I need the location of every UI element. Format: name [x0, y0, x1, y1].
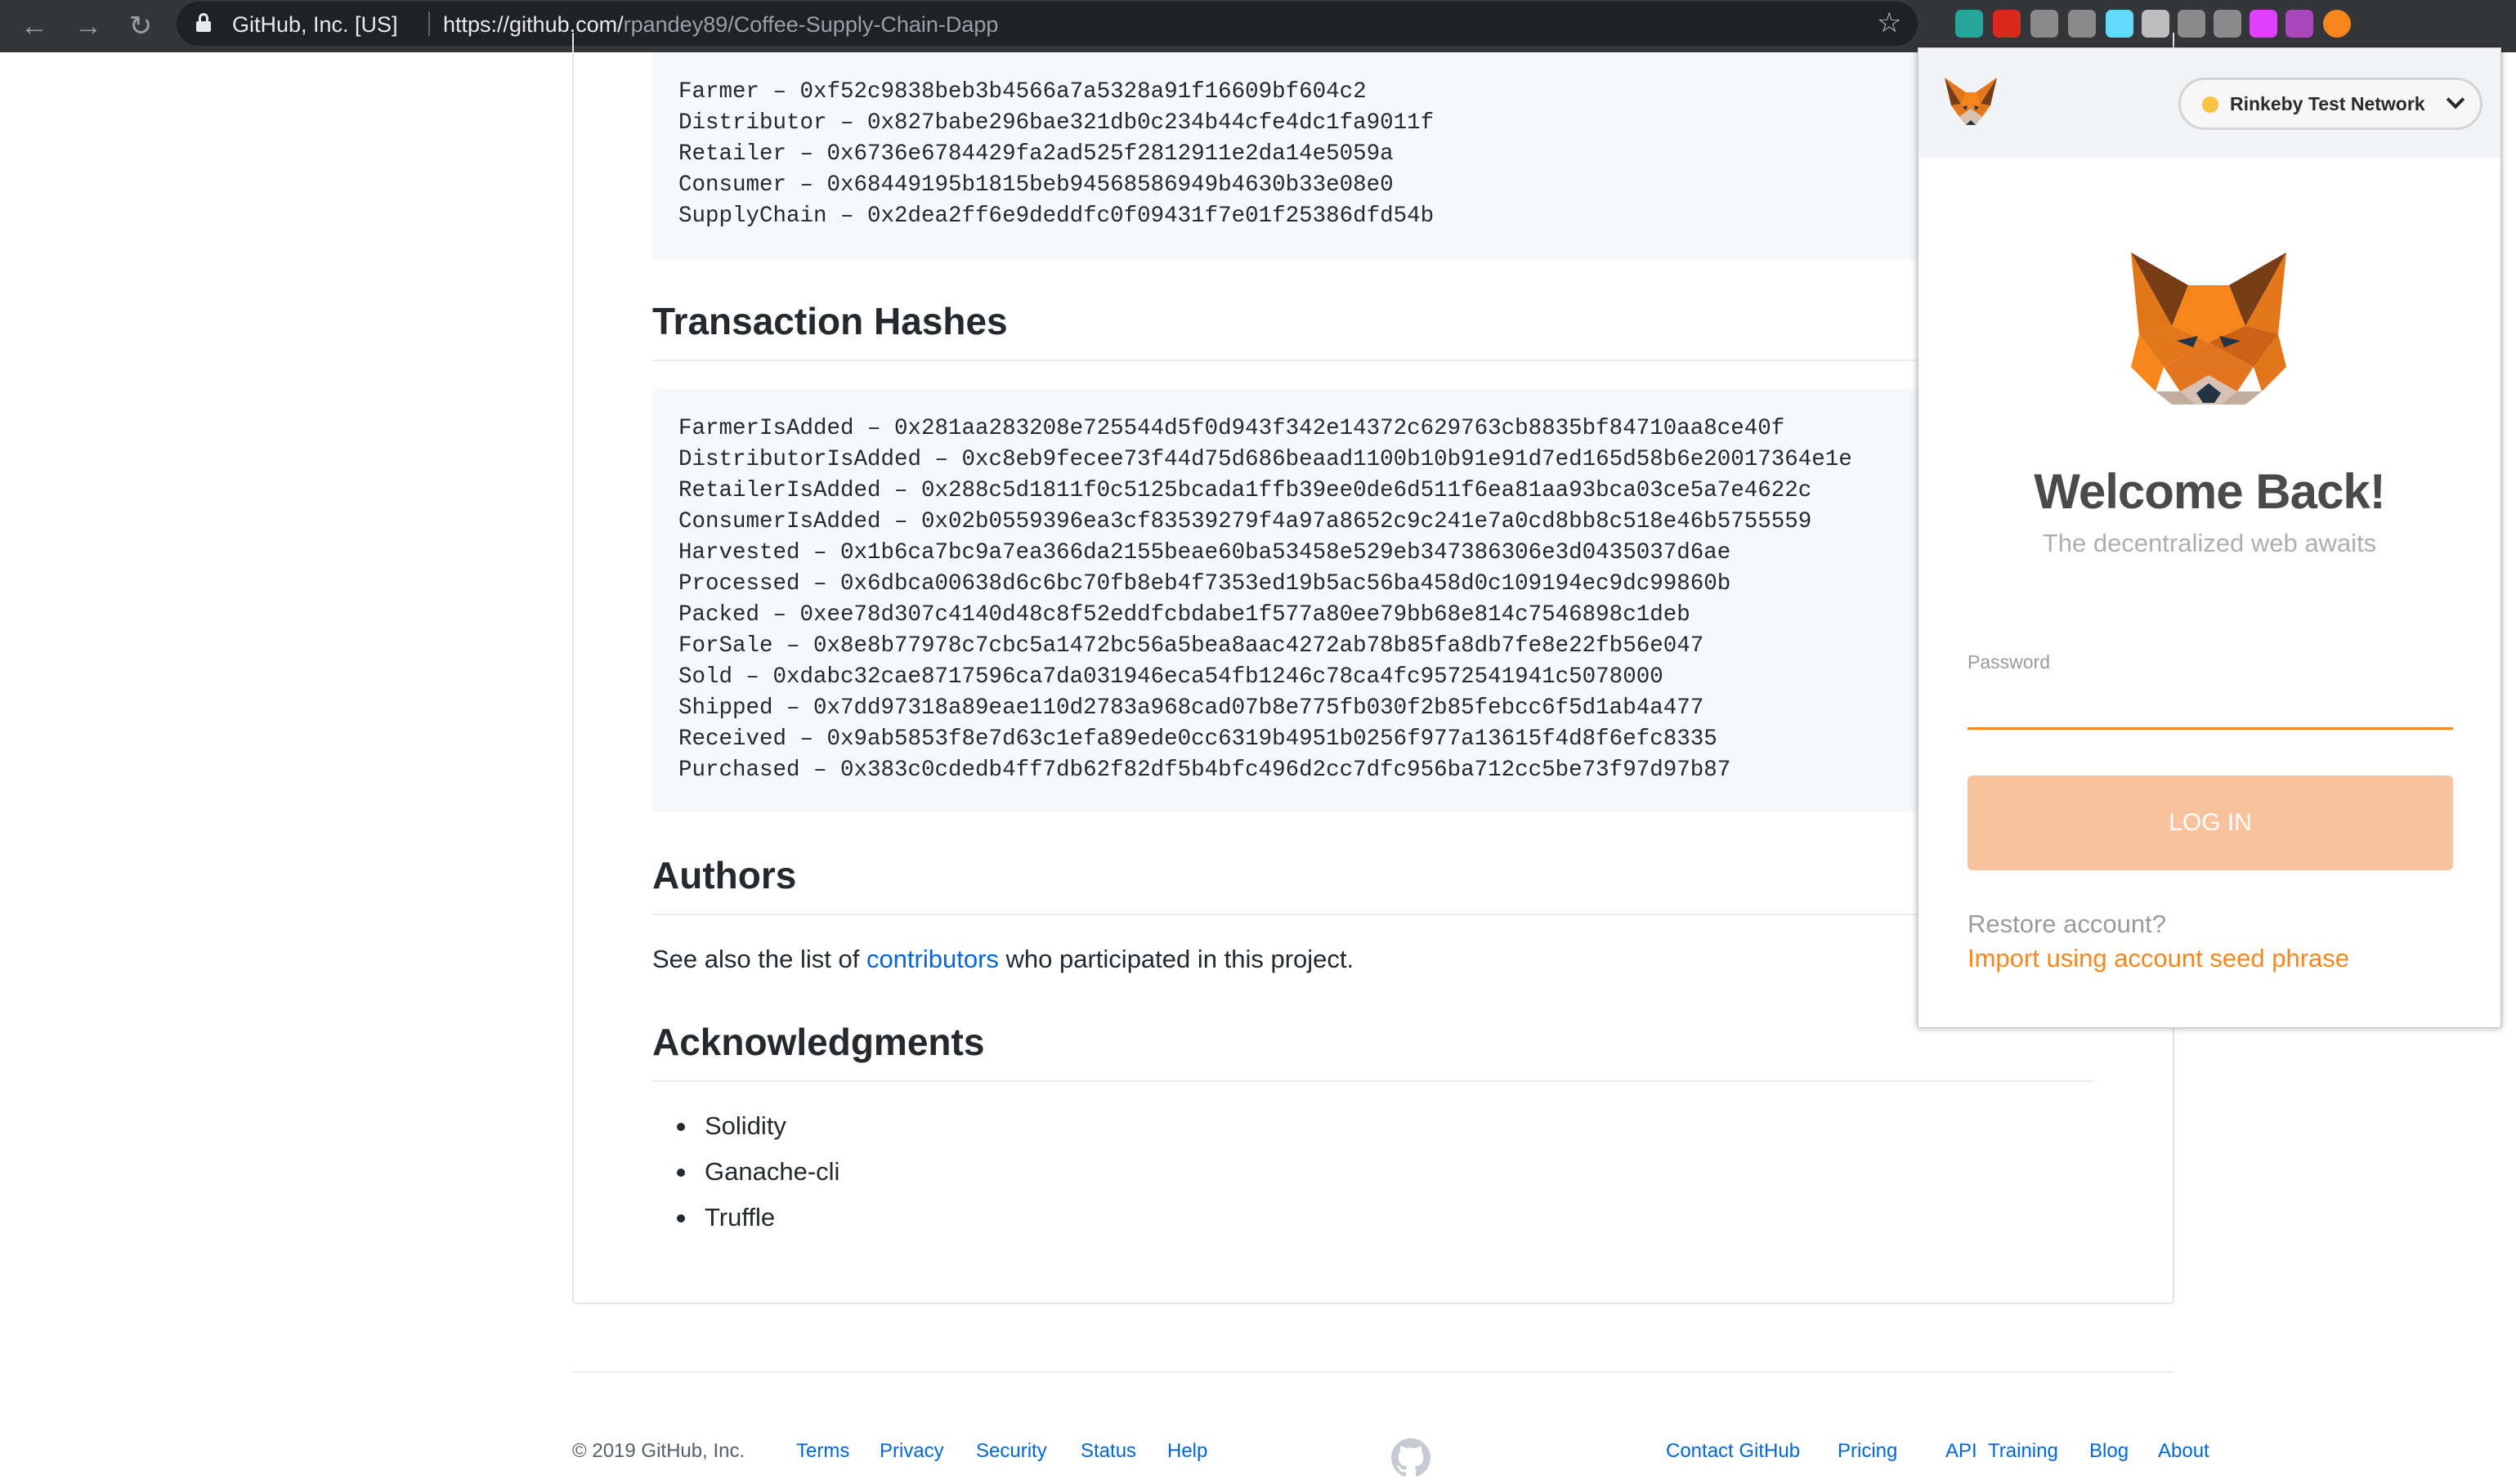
code-line: Packed – 0xee78d307c4140d48c8f52eddfcbda… — [678, 602, 1690, 628]
footer-link[interactable]: Status — [1081, 1440, 1136, 1463]
footer-link[interactable]: API — [1945, 1440, 1977, 1463]
code-line: Purchased – 0x383c0cdedb4ff7db62f82df5b4… — [678, 758, 1731, 783]
authors-text-after: who participated in this project. — [998, 945, 1354, 973]
forward-arrow-icon[interactable]: → — [70, 8, 106, 44]
code-line: Farmer – 0xf52c9838beb3b4566a7a5328a91f1… — [678, 79, 1367, 105]
acknowledgments-heading: Acknowledgments — [652, 1021, 985, 1063]
transaction-hashes-codeblock: FarmerIsAdded – 0x281aa283208e725544d5f0… — [652, 389, 2019, 812]
contract-addresses-codeblock: Farmer – 0xf52c9838beb3b4566a7a5328a91f1… — [652, 52, 2019, 260]
authors-paragraph: See also the list of contributors who pa… — [652, 945, 1354, 974]
k-extension-icon[interactable] — [2178, 10, 2205, 38]
code-line: RetailerIsAdded – 0x288c5d1811f0c5125bca… — [678, 478, 1812, 503]
code-line: Sold – 0xdabc32cae8717596ca7da031946eca5… — [678, 664, 1663, 690]
footer-link[interactable]: Training — [1988, 1440, 2058, 1463]
footer-link[interactable]: Blog — [2089, 1440, 2129, 1463]
heading-rule — [652, 914, 2094, 915]
restore-account-prompt: Restore account? — [1968, 910, 2166, 938]
metamask-fox-illustration-icon — [2123, 244, 2294, 408]
import-seed-phrase-link[interactable]: Import using account seed phrase — [1968, 944, 2349, 973]
code-line: ConsumerIsAdded – 0x02b0559396ea3cf83539… — [678, 509, 1812, 534]
colorful-extension-icon[interactable] — [2250, 10, 2277, 38]
footer-link[interactable]: Contact GitHub — [1666, 1440, 1800, 1463]
code-line: FarmerIsAdded – 0x281aa283208e725544d5f0… — [678, 416, 1785, 441]
reload-icon[interactable]: ↻ — [123, 8, 159, 44]
network-selector[interactable]: Rinkeby Test Network — [2178, 78, 2482, 130]
purple-extension-icon[interactable] — [2285, 10, 2313, 38]
address-separator — [428, 11, 430, 36]
footer-divider — [572, 1371, 2174, 1373]
network-name: Rinkeby Test Network — [2230, 93, 2425, 114]
code-line: Harvested – 0x1b6ca7bc9a7ea366da2155beae… — [678, 540, 1731, 565]
chevron-down-icon — [2446, 90, 2465, 110]
contributors-link[interactable]: contributors — [866, 945, 999, 973]
list-item: Ganache-cli — [676, 1149, 839, 1195]
footer-link[interactable]: Help — [1167, 1440, 1207, 1463]
footer-link[interactable]: Security — [976, 1440, 1047, 1463]
site-identity[interactable]: GitHub, Inc. [US] — [232, 12, 398, 38]
code-line: ForSale – 0x8e8b77978c7cbc5a1472bc56a5be… — [678, 633, 1704, 659]
login-button[interactable]: LOG IN — [1968, 776, 2453, 870]
p-extension-icon[interactable] — [2214, 10, 2241, 38]
footer-link[interactable]: Pricing — [1838, 1440, 1897, 1463]
welcome-subtitle: The decentralized web awaits — [2042, 529, 2377, 557]
password-label: Password — [1968, 651, 2050, 673]
back-arrow-icon[interactable]: ← — [16, 8, 52, 44]
acknowledgments-list: Solidity Ganache-cli Truffle — [676, 1103, 839, 1240]
password-field[interactable] — [1968, 681, 2453, 730]
footer-link[interactable]: Terms — [796, 1440, 849, 1463]
code-line: Consumer – 0x68449195b1815beb94568586949… — [678, 172, 1394, 198]
code-line: Distributor – 0x827babe296bae321db0c234b… — [678, 110, 1435, 136]
footer-copyright: © 2019 GitHub, Inc. — [572, 1440, 745, 1462]
code-line: DistributorIsAdded – 0xc8eb9fecee73f44d7… — [678, 447, 1852, 472]
code-line: Retailer – 0x6736e6784429fa2ad525f281291… — [678, 141, 1394, 167]
metamask-header: Rinkeby Test Network — [1918, 48, 2500, 158]
transaction-hashes-heading: Transaction Hashes — [652, 300, 1008, 342]
list-item: Solidity — [676, 1103, 839, 1149]
authors-text-before: See also the list of — [652, 945, 866, 973]
network-status-dot — [2202, 96, 2218, 113]
heading-rule — [652, 360, 2094, 361]
metamask-extension-icon[interactable] — [2323, 10, 2351, 38]
heading-rule — [652, 1080, 2094, 1082]
metamask-fox-logo-icon[interactable] — [1943, 76, 1999, 128]
code-line: Received – 0x9ab5853f8e7d63c1efa89ede0cc… — [678, 726, 1717, 752]
footer-link[interactable]: Privacy — [880, 1440, 944, 1463]
code-line: Shipped – 0x7dd97318a89eae110d2783a968ca… — [678, 695, 1704, 721]
lock-icon[interactable] — [196, 13, 211, 32]
list-item: Truffle — [676, 1195, 839, 1240]
metamask-popup: Rinkeby Test Network Welcome Back! The d… — [1918, 47, 2501, 1028]
code-line: SupplyChain – 0x2dea2ff6e9deddfc0f09431f… — [678, 203, 1435, 229]
footer-link[interactable]: About — [2158, 1440, 2209, 1463]
code-line: Processed – 0x6dbca00638d6c6bc70fb8eb4f7… — [678, 571, 1731, 597]
welcome-title: Welcome Back! — [2034, 464, 2385, 519]
github-logo-icon[interactable] — [1391, 1438, 1430, 1477]
authors-heading: Authors — [652, 854, 797, 896]
